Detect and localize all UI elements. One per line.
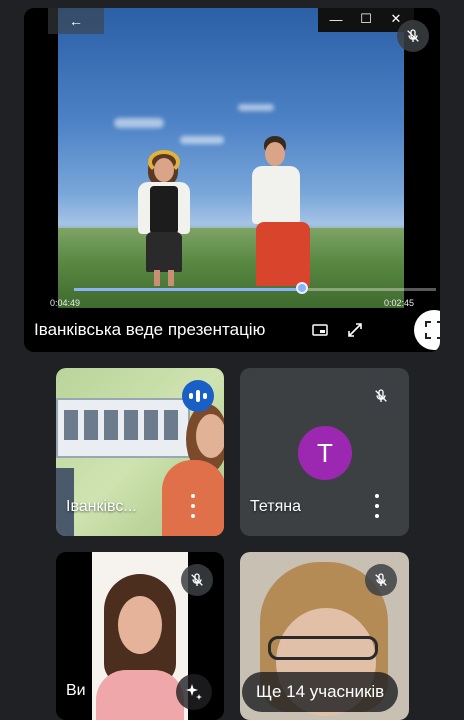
sparkle-icon [186,684,202,700]
avatar: T [298,426,352,480]
arrow-left-icon: ← [69,13,83,29]
mic-off-indicator [397,20,429,52]
mic-off-icon [191,573,203,586]
expand-icon [348,323,362,337]
mic-off-indicator [181,564,213,596]
person-glasses [268,636,378,660]
video-progress-bar[interactable] [74,282,436,294]
participant-tile-self[interactable]: Ви [56,552,224,720]
fullscreen-button[interactable] [414,310,440,350]
presentation-video [58,8,404,308]
person-top [96,670,184,720]
mic-off-icon [375,573,387,586]
participant-tile[interactable]: T Тетяна [240,368,409,536]
expand-button[interactable] [344,320,366,340]
person-face [118,596,162,654]
fullscreen-icon [425,321,440,339]
progress-fill [74,288,303,291]
speaking-indicator [182,380,214,412]
cloud [238,104,274,111]
picture-in-picture-icon [312,324,328,336]
more-options-button[interactable] [188,494,198,518]
classroom-board [56,398,190,458]
time-remaining: 0:02:45 [384,298,415,308]
more-options-button[interactable] [372,494,382,518]
pip-button[interactable] [309,320,331,340]
participant-name: Іванківс... [66,498,137,515]
minimize-button[interactable]: — [322,8,350,30]
mic-off-indicator [365,564,397,596]
maximize-icon: ☐ [360,11,372,26]
cloud [180,136,224,144]
grass [58,228,404,308]
participant-tile[interactable]: Іванківс... [56,368,224,536]
mic-off-icon [375,389,387,402]
self-video [92,552,188,720]
cloud [114,118,164,128]
maximize-button[interactable]: ☐ [352,8,380,30]
minimize-icon: — [329,11,343,27]
mic-off-indicator [365,380,397,412]
more-participants-count[interactable]: Ще 14 учасників [242,672,399,712]
back-button[interactable]: ← [48,8,104,34]
presentation-tile[interactable]: ← — ☐ ✕ 0:04:49 0:02:45 Іванківська веде… [24,8,440,352]
close-icon: ✕ [390,11,402,26]
participant-name: Тетяна [250,498,301,515]
progress-thumb[interactable] [296,282,309,294]
participant-name: Ви [66,682,86,699]
more-participants-tile[interactable]: Ще 14 учасників [240,552,409,720]
presenter-label: Іванківська веде презентацію [34,320,266,339]
mic-off-icon [407,29,419,42]
time-elapsed: 0:04:49 [50,298,81,308]
effects-button[interactable] [176,674,212,710]
person-face [196,414,224,458]
